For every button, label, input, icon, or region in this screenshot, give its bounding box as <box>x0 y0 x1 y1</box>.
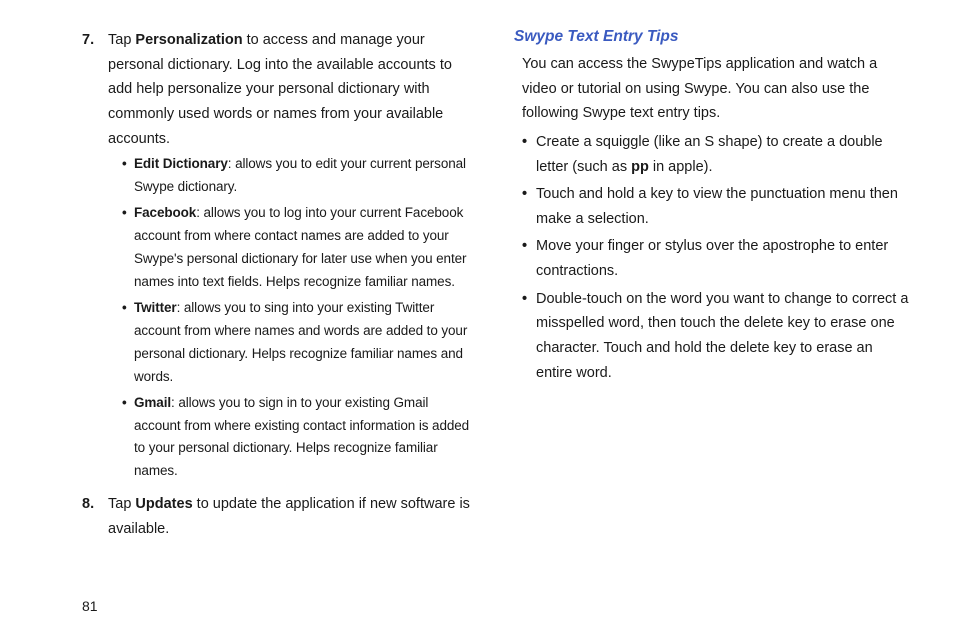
step-text-bold: Updates <box>135 496 192 512</box>
sub-bullet-text: Twitter: allows you to sing into your ex… <box>134 297 478 389</box>
two-column-layout: 7. Tap Personalization to access and man… <box>82 28 910 548</box>
step-number: 7. <box>82 28 108 486</box>
tips-list: • Create a squiggle (like an S shape) to… <box>522 130 910 385</box>
sub-bullet-text: Edit Dictionary: allows you to edit your… <box>134 153 478 199</box>
step-number: 8. <box>82 492 108 541</box>
tip-text: Double-touch on the word you want to cha… <box>536 287 910 386</box>
step-body: Tap Updates to update the application if… <box>108 492 478 541</box>
bullet-dot: • <box>122 153 134 199</box>
sub-bullet-item: • Facebook: allows you to log into your … <box>122 202 478 294</box>
sub-bullet-text: Facebook: allows you to log into your cu… <box>134 202 478 294</box>
sub-bullet-text: Gmail: allows you to sign in to your exi… <box>134 392 478 484</box>
intro-paragraph: You can access the SwypeTips application… <box>522 52 910 126</box>
sub-bullet-item: • Twitter: allows you to sing into your … <box>122 297 478 389</box>
tip-item: • Touch and hold a key to view the punct… <box>522 182 910 231</box>
bullet-dot: • <box>522 287 536 386</box>
tip-text: Move your finger or stylus over the apos… <box>536 234 910 283</box>
sub-bullet-item: • Edit Dictionary: allows you to edit yo… <box>122 153 478 199</box>
step-text-bold: Personalization <box>135 32 242 48</box>
step-text-lead: Tap <box>108 32 135 48</box>
sub-bullet-list: • Edit Dictionary: allows you to edit yo… <box>122 153 478 483</box>
bullet-dot: • <box>522 234 536 283</box>
step-text-rest: to access and manage your personal dicti… <box>108 32 452 147</box>
step-body: Tap Personalization to access and manage… <box>108 28 478 486</box>
bullet-dot: • <box>122 392 134 484</box>
bullet-dot: • <box>522 130 536 179</box>
step-7: 7. Tap Personalization to access and man… <box>82 28 478 486</box>
step-8: 8. Tap Updates to update the application… <box>82 492 478 541</box>
tip-item: • Double-touch on the word you want to c… <box>522 287 910 386</box>
page-number: 81 <box>82 598 98 614</box>
tip-text: Touch and hold a key to view the punctua… <box>536 182 910 231</box>
bullet-dot: • <box>122 297 134 389</box>
section-heading: Swype Text Entry Tips <box>514 28 910 46</box>
tip-item: • Create a squiggle (like an S shape) to… <box>522 130 910 179</box>
bullet-dot: • <box>122 202 134 294</box>
step-text-lead: Tap <box>108 496 135 512</box>
left-column: 7. Tap Personalization to access and man… <box>82 28 478 548</box>
sub-bullet-item: • Gmail: allows you to sign in to your e… <box>122 392 478 484</box>
bullet-dot: • <box>522 182 536 231</box>
right-column: Swype Text Entry Tips You can access the… <box>514 28 910 548</box>
tip-text: Create a squiggle (like an S shape) to c… <box>536 130 910 179</box>
tip-item: • Move your finger or stylus over the ap… <box>522 234 910 283</box>
